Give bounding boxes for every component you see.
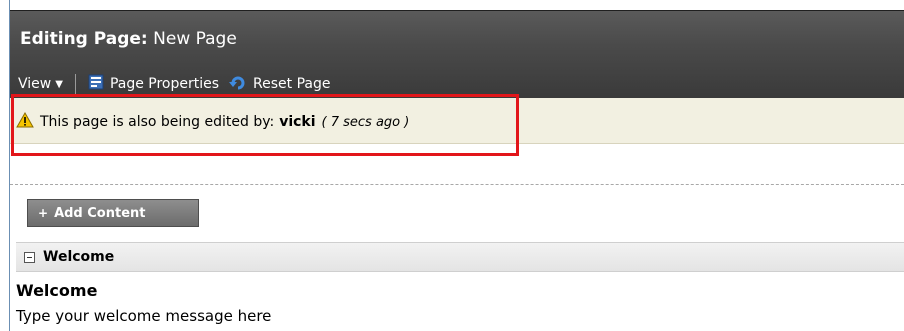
- reset-page-button[interactable]: Reset Page: [229, 74, 331, 94]
- add-content-label: Add Content: [54, 205, 146, 221]
- layout-divider: [10, 184, 904, 185]
- highlight-annotation: [11, 94, 519, 156]
- page-properties-icon: [88, 74, 104, 94]
- welcome-message: Type your welcome message here: [16, 307, 272, 325]
- page-properties-label: Page Properties: [109, 76, 220, 92]
- page-title: Editing Page: New Page: [20, 29, 237, 49]
- portlet-title: Welcome: [43, 249, 115, 265]
- welcome-heading: Welcome: [16, 281, 98, 300]
- page-properties-button[interactable]: Page Properties: [88, 74, 219, 94]
- add-content-button[interactable]: + Add Content: [27, 199, 199, 227]
- collapse-icon[interactable]: [24, 251, 35, 263]
- chevron-down-icon: ▼: [55, 78, 63, 90]
- page-title-name: New Page: [153, 29, 237, 49]
- portlet-header: Welcome: [16, 242, 904, 272]
- view-menu-button[interactable]: View ▼: [18, 76, 63, 92]
- page-title-prefix: Editing Page:: [20, 29, 148, 49]
- view-menu-label: View: [18, 76, 52, 92]
- editor-header: Editing Page: New Page View ▼ Page Prope…: [10, 10, 904, 98]
- reset-page-label: Reset Page: [253, 76, 331, 92]
- toolbar-separator: [74, 74, 76, 94]
- plus-icon: +: [38, 206, 49, 220]
- reset-icon: [229, 74, 247, 94]
